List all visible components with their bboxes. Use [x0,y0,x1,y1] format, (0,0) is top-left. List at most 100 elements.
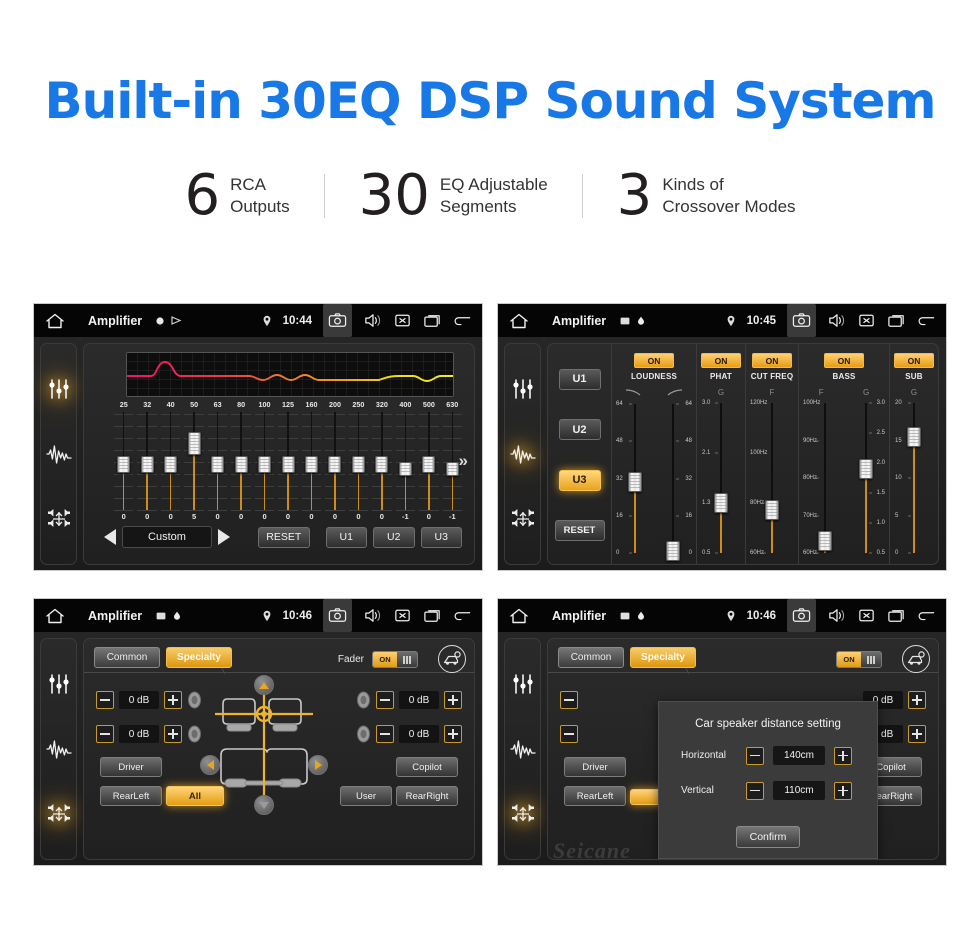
seat-copilot-button[interactable]: Copilot [396,757,458,777]
fader-toggle[interactable]: ON [372,651,418,668]
slider-knob[interactable] [859,458,873,479]
preset-next-button[interactable] [217,529,230,545]
screenshot-button[interactable] [323,599,352,632]
crossover-slider[interactable]: 64 48 32 16 0 [654,400,692,561]
plus-button[interactable] [834,746,852,765]
preset-u1-button[interactable]: U1 [558,368,601,390]
back-icon[interactable] [453,311,472,330]
slider-knob[interactable] [187,432,201,455]
toggle-on-button[interactable]: ON [824,353,864,368]
seat-rearleft-button[interactable]: RearLeft [564,786,626,806]
screenshot-button[interactable] [323,304,352,337]
back-icon[interactable] [917,606,936,625]
slider-knob[interactable] [328,456,342,473]
eq-band-slider[interactable] [323,412,346,511]
seat-driver-button[interactable]: Driver [564,757,626,777]
back-icon[interactable] [453,606,472,625]
slider-knob[interactable] [907,426,921,447]
minus-button[interactable] [560,725,578,743]
minus-button[interactable] [96,691,114,709]
balance-icon[interactable] [510,506,536,532]
plus-button[interactable] [444,691,462,709]
toggle-on-button[interactable]: ON [752,353,792,368]
preset-name[interactable]: Custom [122,526,212,548]
slider-knob[interactable] [818,531,832,552]
equalizer-icon[interactable] [46,671,72,697]
minus-button[interactable] [96,725,114,743]
eq-band-slider[interactable] [300,412,323,511]
confirm-button[interactable]: Confirm [736,826,800,848]
fader-left-button[interactable] [200,755,220,775]
reset-button[interactable]: RESET [257,526,310,548]
waveform-icon[interactable] [45,441,72,467]
home-icon[interactable] [508,607,530,625]
fader-toggle[interactable]: ON [836,651,882,668]
seat-user-button[interactable]: User [340,786,392,806]
eq-band-slider[interactable] [276,412,299,511]
minus-button[interactable] [376,725,394,743]
home-icon[interactable] [508,312,530,330]
slider-knob[interactable] [304,456,318,473]
crossover-slider[interactable]: 64 48 32 16 0 [616,400,654,557]
slider-knob[interactable] [351,456,365,473]
minus-button[interactable] [376,691,394,709]
eq-band-slider[interactable] [159,412,182,511]
plus-button[interactable] [164,691,182,709]
slider-knob[interactable] [714,493,728,514]
crossover-slider[interactable]: 3.0 2.1 1.3 0.5 [702,399,740,557]
toggle-on-button[interactable]: ON [894,353,934,368]
screenshot-button[interactable] [787,599,816,632]
crossover-slider[interactable]: 3.0 2.5 2.0 1.5 1.0 0.5 [847,399,885,557]
slider-knob[interactable] [281,456,295,473]
preset-u3-button[interactable]: U3 [558,469,601,491]
eq-band-slider[interactable] [112,412,135,511]
slider-knob[interactable] [117,456,131,473]
minus-button[interactable] [746,746,764,765]
slider-knob[interactable] [628,471,642,492]
seat-all-button[interactable]: All [166,786,224,806]
eq-band-slider[interactable] [253,412,276,511]
waveform-icon[interactable] [509,736,536,762]
crossover-slider[interactable]: 100Hz 90Hz 80Hz 70Hz 60Hz [803,399,847,557]
next-page-icon[interactable]: » [459,452,468,469]
plus-button[interactable] [908,691,926,709]
balance-icon[interactable] [46,801,72,827]
preset-u2-button[interactable]: U2 [558,419,601,441]
equalizer-icon[interactable] [46,376,72,402]
slider-knob[interactable] [258,456,272,473]
eq-band-slider[interactable] [135,412,158,511]
volume-icon[interactable] [363,606,382,625]
equalizer-icon[interactable] [510,671,536,697]
mute-icon[interactable] [857,606,876,625]
recent-apps-icon[interactable] [887,311,906,330]
equalizer-icon[interactable] [510,376,536,402]
slider-knob[interactable] [765,499,779,520]
mute-icon[interactable] [857,311,876,330]
minus-button[interactable] [746,781,764,800]
seat-rearright-button[interactable]: RearRight [396,786,458,806]
eq-band-slider[interactable] [417,412,440,511]
volume-icon[interactable] [827,311,846,330]
fader-down-button[interactable] [254,795,274,815]
seat-rearleft-button[interactable]: RearLeft [100,786,162,806]
slider-knob[interactable] [375,456,389,473]
eq-band-slider[interactable] [229,412,252,511]
volume-icon[interactable] [827,606,846,625]
home-icon[interactable] [44,607,66,625]
fader-right-button[interactable] [308,755,328,775]
slider-knob[interactable] [234,456,248,473]
tab-common[interactable]: Common [94,647,160,668]
preset-u1-button[interactable]: U1 [325,526,368,548]
eq-band-slider[interactable] [370,412,393,511]
preset-u3-button[interactable]: U3 [420,526,462,548]
mute-icon[interactable] [393,311,412,330]
slider-knob[interactable] [140,456,154,473]
balance-icon[interactable] [46,506,72,532]
tab-specialty[interactable]: Specialty [166,647,232,668]
speaker-distance-button[interactable] [438,645,466,673]
eq-band-slider[interactable] [206,412,229,511]
eq-band-slider[interactable] [182,412,205,511]
preset-prev-button[interactable] [104,529,116,545]
speaker-distance-button[interactable] [902,645,930,673]
recent-apps-icon[interactable] [423,606,442,625]
